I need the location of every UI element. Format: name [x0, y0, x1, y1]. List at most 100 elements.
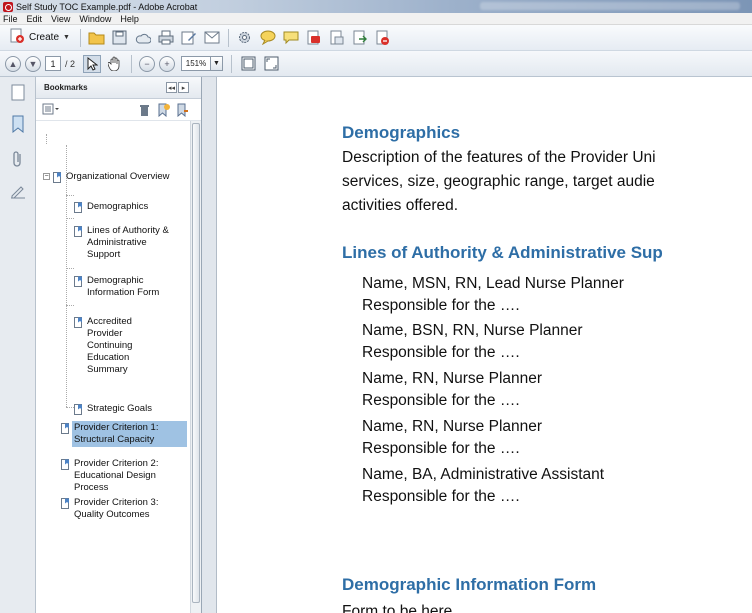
pdf-page-red-icon — [307, 30, 321, 44]
menu-window[interactable]: Window — [79, 14, 111, 24]
bookmarks-panel-header: Bookmarks ◂◂ ▸ — [36, 77, 201, 99]
select-tool-button[interactable] — [83, 54, 102, 73]
hand-icon — [108, 56, 120, 71]
toolbar-divider — [231, 54, 233, 73]
bookmark-label: Provider Criterion 2: Educational Design… — [74, 458, 159, 493]
zoom-in-button[interactable]: + — [159, 55, 176, 72]
bookmark-provider-criterion-1[interactable]: Provider Criterion 1: Structural Capacit… — [61, 421, 187, 447]
toolbar-divider — [227, 28, 229, 47]
signatures-panel-button[interactable] — [9, 182, 27, 200]
tree-line — [66, 407, 74, 408]
page-total: / 2 — [65, 58, 76, 69]
pages-panel-button[interactable] — [9, 83, 27, 101]
page-thumbnail-icon — [11, 84, 25, 100]
collapse-toggle[interactable]: − — [43, 173, 50, 180]
zoom-dropdown-button[interactable]: ▼ — [211, 56, 224, 71]
navigation-pane-rail — [0, 77, 36, 613]
blurred-window-tabs — [480, 2, 740, 10]
email-button[interactable] — [203, 29, 221, 47]
menu-help[interactable]: Help — [120, 14, 139, 24]
envelope-icon — [204, 31, 220, 44]
bookmark-provider-criterion-2[interactable]: Provider Criterion 2: Educational Design… — [61, 458, 185, 494]
bookmarks-toolbar — [36, 99, 201, 121]
staff-name: Name, BSN, RN, Nurse Planner — [362, 322, 583, 339]
fit-page-icon — [241, 56, 256, 71]
form-placeholder-text: Form to be here — [342, 603, 453, 613]
settings-button[interactable] — [236, 29, 254, 47]
bookmark-label: Strategic Goals — [87, 403, 152, 414]
next-page-button[interactable]: ▼ — [25, 55, 41, 72]
scrollbar-thumb[interactable] — [192, 123, 200, 603]
pdf-tool-3-button[interactable] — [351, 29, 369, 47]
cursor-icon — [87, 56, 99, 71]
zoom-input[interactable]: 151% — [181, 56, 212, 71]
full-screen-button[interactable] — [262, 55, 280, 73]
sticky-note-button[interactable] — [282, 29, 300, 47]
description-line: services, size, geographic range, target… — [342, 173, 655, 190]
menu-file[interactable]: File — [3, 14, 18, 24]
bookmark-organizational-overview[interactable]: Organizational Overview — [53, 171, 185, 183]
bookmark-lines-of-authority[interactable]: Lines of Authority & Administrative Supp… — [74, 225, 174, 261]
viewer-background — [202, 77, 216, 613]
panel-next-button[interactable]: ▸ — [178, 82, 189, 93]
bookmarks-panel: Bookmarks ◂◂ ▸ − Organizational Overview… — [36, 77, 202, 613]
window-title: Self Study TOC Example.pdf - Adobe Acrob… — [16, 1, 198, 12]
bookmark-icon — [74, 202, 83, 213]
menu-edit[interactable]: Edit — [27, 14, 43, 24]
minus-icon: − — [144, 58, 150, 69]
hand-tool-button[interactable] — [106, 55, 124, 73]
acrobat-app-icon — [3, 1, 13, 12]
bookmark-icon — [61, 498, 70, 509]
cloud-icon — [135, 33, 151, 43]
staff-name: Name, BA, Administrative Assistant — [362, 466, 605, 483]
comment-button[interactable] — [259, 29, 277, 47]
bookmark-label: Accredited Provider Continuing Education… — [87, 316, 133, 375]
new-bookmark-button[interactable] — [156, 103, 170, 117]
bookmarks-panel-button[interactable] — [9, 115, 27, 133]
bookmark-icon — [53, 172, 62, 183]
new-bookmark-icon — [158, 103, 170, 117]
staff-name: Name, MSN, RN, Lead Nurse Planner — [362, 275, 624, 292]
attachments-panel-button[interactable] — [9, 150, 27, 168]
bookmark-label: Lines of Authority & Administrative Supp… — [87, 225, 169, 260]
bookmark-provider-criterion-3[interactable]: Provider Criterion 3: Quality Outcomes — [61, 497, 185, 521]
pdf-tool-4-button[interactable] — [374, 29, 392, 47]
share-button[interactable] — [134, 29, 152, 47]
previous-page-button[interactable]: ▲ — [5, 55, 21, 72]
options-menu-button[interactable] — [42, 103, 60, 117]
print-button[interactable] — [157, 29, 175, 47]
bookmark-demographic-information-form[interactable]: Demographic Information Form — [74, 275, 182, 299]
edit-button[interactable] — [180, 29, 198, 47]
pdf-secure-icon — [376, 30, 390, 45]
expand-bookmark-icon — [177, 103, 188, 117]
delete-bookmark-button[interactable] — [137, 103, 151, 117]
staff-responsibility: Responsible for the …. — [362, 297, 520, 314]
menu-bar: File Edit View Window Help — [0, 13, 752, 25]
bookmark-accredited-provider-summary[interactable]: Accredited Provider Continuing Education… — [74, 316, 162, 376]
collapse-panel-button[interactable]: ◂◂ — [166, 82, 177, 93]
fit-page-button[interactable] — [239, 55, 257, 73]
expand-bookmark-button[interactable] — [175, 103, 189, 117]
zoom-out-button[interactable]: − — [139, 55, 156, 72]
bookmarks-panel-title: Bookmarks — [44, 83, 88, 92]
staff-responsibility: Responsible for the …. — [362, 392, 520, 409]
page-number-input[interactable]: 1 — [45, 56, 61, 71]
bookmark-label: Provider Criterion 1: Structural Capacit… — [72, 421, 187, 447]
bookmark-strategic-goals[interactable]: Strategic Goals — [74, 403, 186, 415]
chevron-down-icon: ▼ — [213, 60, 220, 67]
bookmarks-scrollbar[interactable] — [190, 121, 201, 613]
bookmark-demographics[interactable]: Demographics — [74, 201, 186, 213]
save-button[interactable] — [111, 29, 129, 47]
menu-view[interactable]: View — [51, 14, 70, 24]
staff-responsibility: Responsible for the …. — [362, 440, 520, 457]
open-folder-button[interactable] — [88, 29, 106, 47]
create-button[interactable]: Create ▼ — [5, 28, 74, 48]
description-line: activities offered. — [342, 197, 459, 214]
heading-demographics: Demographics — [342, 123, 461, 142]
tree-line — [66, 195, 74, 196]
pdf-tool-2-button[interactable] — [328, 29, 346, 47]
heading-lines-of-authority: Lines of Authority & Administrative Sup — [342, 243, 663, 262]
speech-bubble-icon — [260, 30, 276, 45]
pdf-tool-1-button[interactable] — [305, 29, 323, 47]
plus-icon: + — [164, 58, 170, 69]
